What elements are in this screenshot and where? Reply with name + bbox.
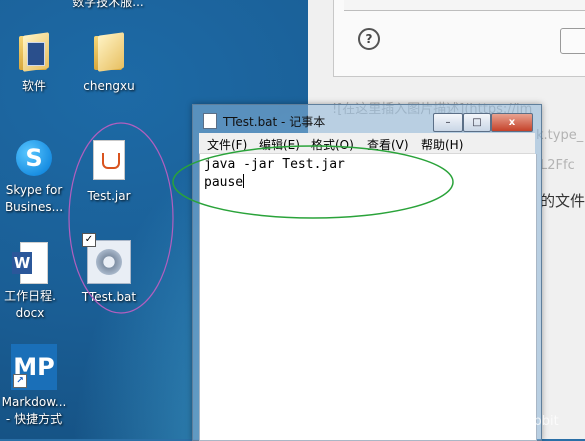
notepad-window[interactable]: TTest.bat - 记事本 – □ x 文件(F) 编辑(E) 格式(O) … (192, 104, 542, 441)
background-dialog-button[interactable] (560, 28, 585, 54)
desktop-icon-chengxu-folder[interactable]: chengxu (69, 30, 149, 95)
help-icon[interactable]: ? (358, 28, 380, 50)
editor-line-1: java -jar Test.jar (204, 157, 345, 172)
skype-icon: S (16, 140, 52, 176)
folder-icon (17, 30, 51, 72)
desktop-icon-test-jar[interactable]: Test.jar (69, 140, 149, 205)
desktop-icon-label-line1: Markdow... (1, 395, 67, 409)
menu-help[interactable]: 帮助(H) (421, 136, 463, 153)
menu-bar: 文件(F) 编辑(E) 格式(O) 查看(V) 帮助(H) (199, 133, 535, 154)
desktop-icon-work-schedule[interactable]: W 工作日程. docx (0, 242, 70, 322)
close-button[interactable]: x (491, 113, 533, 132)
desktop-icon-ttest-bat[interactable]: ✓ TTest.bat (69, 233, 149, 306)
background-text-line: L2Ffc (540, 158, 575, 173)
editor-line-2: pause (204, 174, 245, 190)
desktop-icon-markdown[interactable]: MP ↗ Markdow... - 快捷方式 (0, 344, 74, 428)
watermark-text: https://blog.csdn.net/a_short_tail_rabbi… (300, 414, 559, 429)
text-editor-area[interactable]: java -jar Test.jar pause (199, 154, 537, 441)
desktop-icon-label-line1: Skype for (5, 183, 63, 197)
menu-view[interactable]: 查看(V) (367, 136, 409, 153)
menu-format[interactable]: 格式(O) (311, 136, 354, 153)
desktop-icon-label-line2: docx (15, 306, 45, 320)
markdown-app-icon: MP ↗ (11, 344, 57, 390)
background-dialog-strip (344, 0, 585, 11)
background-text-line: 的文件 (540, 192, 585, 210)
desktop-icon-label: Test.jar (87, 189, 131, 203)
desktop-icon-top[interactable]: 数字技术服... (68, 0, 148, 11)
desktop-icon-label: chengxu (83, 79, 135, 93)
notepad-app-icon[interactable] (203, 113, 217, 129)
checkbox-icon[interactable]: ✓ (82, 233, 96, 247)
text-caret (243, 174, 245, 188)
jar-file-icon (93, 140, 125, 180)
desktop-icon-label-line1: 工作日程. (4, 289, 56, 303)
desktop-icon-label-line2: - 快捷方式 (5, 412, 63, 426)
desktop-icon-software-folder[interactable]: 软件 (0, 30, 74, 95)
notepad-titlebar[interactable]: TTest.bat - 记事本 – □ x (193, 105, 541, 135)
menu-file[interactable]: 文件(F) (207, 136, 247, 153)
background-text-line: k.type_ (536, 128, 584, 143)
maximize-button[interactable]: □ (463, 113, 491, 132)
shortcut-arrow-icon: ↗ (13, 374, 27, 388)
batch-file-icon: ✓ (82, 233, 131, 284)
desktop-icon-label: TTest.bat (81, 290, 137, 304)
desktop-icon-label: 数字技术服... (72, 0, 144, 9)
desktop-icon-skype[interactable]: S Skype for Busines... (0, 140, 74, 216)
word-document-icon: W (12, 242, 48, 284)
minimize-button[interactable]: – (433, 113, 463, 132)
window-title: TTest.bat - 记事本 (223, 115, 326, 129)
desktop-icon-label-line2: Busines... (4, 200, 64, 214)
folder-icon (92, 30, 126, 72)
desktop-icon-label: 软件 (21, 79, 46, 93)
menu-edit[interactable]: 编辑(E) (259, 136, 300, 153)
